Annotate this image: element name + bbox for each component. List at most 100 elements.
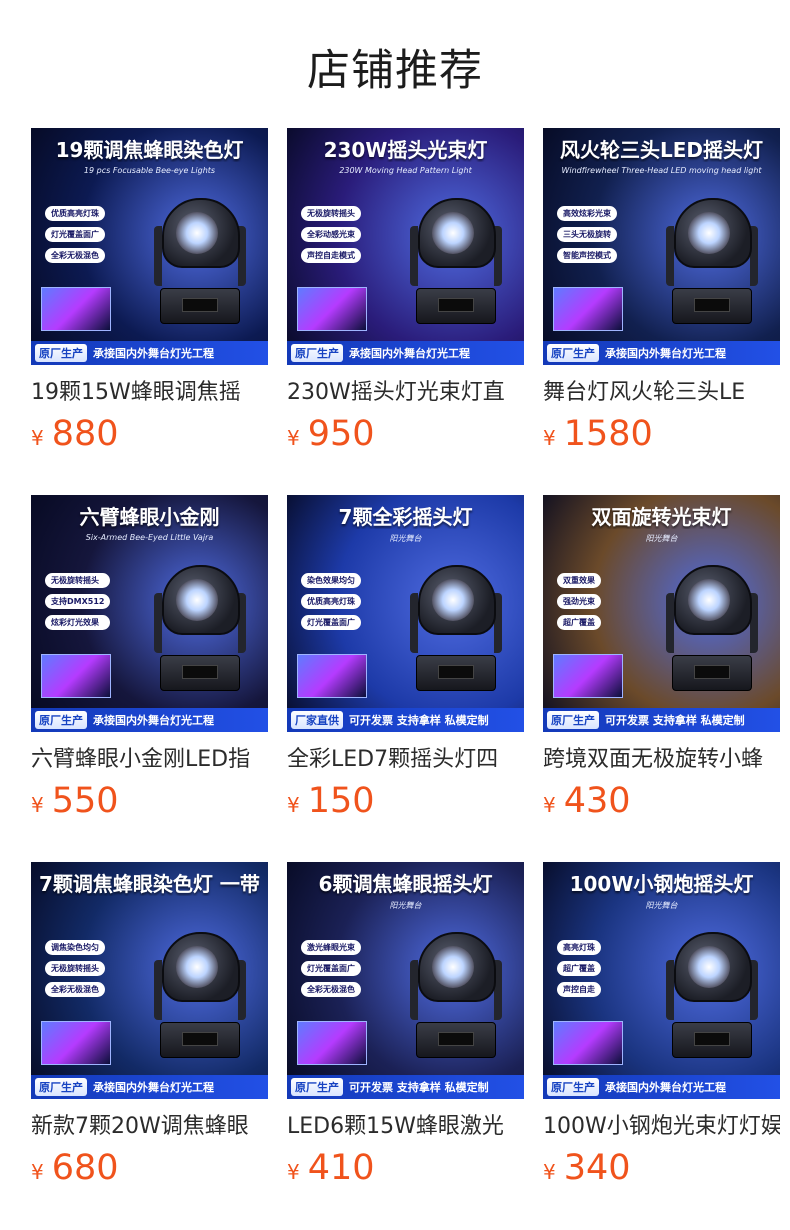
- product-image[interactable]: 6颗调焦蜂眼摇头灯 阳光舞台 激光蜂眼光束 灯光覆盖面广 全彩无极混色 原厂生产 可…: [287, 862, 524, 1099]
- service-slogan: 可开发票 支持拿样 私模定制: [349, 714, 489, 727]
- price-amount: 340: [563, 1148, 631, 1188]
- image-subtitle: 阳光舞台: [389, 534, 422, 543]
- factory-badge: 原厂生产: [35, 344, 87, 362]
- service-slogan: 可开发票 支持拿样 私模定制: [605, 714, 745, 727]
- product-image[interactable]: 100W小钢炮摇头灯 阳光舞台 高亮灯珠 超广覆盖 声控自走 原厂生产 承接国内外舞…: [543, 862, 780, 1099]
- product-name[interactable]: 舞台灯风火轮三头LE: [543, 376, 780, 410]
- feature-tag: 全彩动感光束: [301, 227, 361, 242]
- product-name[interactable]: 全彩LED7颗摇头灯四: [287, 743, 524, 777]
- fixture-lens: [688, 579, 730, 621]
- image-banner: 厂家直供 可开发票 支持拿样 私模定制: [287, 708, 524, 732]
- factory-badge: 原厂生产: [547, 1078, 599, 1096]
- product-price: ¥ 340: [543, 1148, 780, 1188]
- fixture-display: [694, 665, 730, 679]
- moving-head-light-illustration: [154, 198, 246, 328]
- service-slogan: 承接国内外舞台灯光工程: [93, 347, 214, 360]
- fixture-display: [182, 298, 218, 312]
- feature-tag: 声控自走: [557, 982, 601, 997]
- product-card[interactable]: 双面旋转光束灯 阳光舞台 双重效果 强劲光束 超广覆盖 原厂生产 可开发票 支持拿样…: [543, 495, 780, 821]
- product-price: ¥ 1580: [543, 414, 780, 454]
- product-name[interactable]: 19颗15W蜂眼调焦摇: [31, 376, 268, 410]
- light-effect-preview: [41, 287, 111, 331]
- fixture-display: [182, 1032, 218, 1046]
- product-name[interactable]: 六臂蜂眼小金刚LED指: [31, 743, 268, 777]
- product-card[interactable]: 6颗调焦蜂眼摇头灯 阳光舞台 激光蜂眼光束 灯光覆盖面广 全彩无极混色 原厂生产 可…: [287, 862, 524, 1188]
- fixture-lens: [432, 212, 474, 254]
- product-card[interactable]: 230W摇头光束灯 230W Moving Head Pattern Light…: [287, 128, 524, 454]
- price-amount: 950: [307, 414, 375, 454]
- moving-head-light-illustration: [666, 565, 758, 695]
- feature-list: 染色效果均匀 优质高亮灯珠 灯光覆盖面广: [301, 573, 361, 630]
- product-image[interactable]: 7颗全彩摇头灯 阳光舞台 染色效果均匀 优质高亮灯珠 灯光覆盖面广 厂家直供 可开发…: [287, 495, 524, 732]
- product-price: ¥ 150: [287, 781, 524, 821]
- product-card[interactable]: 100W小钢炮摇头灯 阳光舞台 高亮灯珠 超广覆盖 声控自走 原厂生产 承接国内外舞…: [543, 862, 780, 1188]
- product-name[interactable]: 230W摇头灯光束灯直: [287, 376, 524, 410]
- product-image[interactable]: 19颗调焦蜂眼染色灯 19 pcs Focusable Bee-eye Ligh…: [31, 128, 268, 365]
- product-card[interactable]: 7颗调焦蜂眼染色灯 一带辅光光圈 调焦染色均匀无极旋转摇头全彩无极混色 原厂生产…: [31, 862, 268, 1188]
- product-card[interactable]: 7颗全彩摇头灯 阳光舞台 染色效果均匀 优质高亮灯珠 灯光覆盖面广 厂家直供 可开发…: [287, 495, 524, 821]
- feature-tag: 高亮灯珠: [557, 940, 601, 955]
- currency-symbol: ¥: [31, 426, 44, 450]
- product-name[interactable]: 跨境双面无极旋转小蜂: [543, 743, 780, 777]
- image-banner: 原厂生产 承接国内外舞台灯光工程: [543, 1075, 780, 1099]
- image-banner: 原厂生产 承接国内外舞台灯光工程: [31, 1075, 268, 1099]
- page-title: 店铺推荐: [307, 45, 483, 96]
- image-banner: 原厂生产 承接国内外舞台灯光工程: [287, 341, 524, 365]
- feature-tag: 炫彩灯光效果: [45, 615, 111, 630]
- image-title: 7颗调焦蜂眼染色灯 一带辅光光圈: [39, 872, 260, 896]
- fixture-display: [694, 1032, 730, 1046]
- moving-head-light-illustration: [154, 932, 246, 1062]
- product-image[interactable]: 230W摇头光束灯 230W Moving Head Pattern Light…: [287, 128, 524, 365]
- factory-badge: 原厂生产: [35, 1078, 87, 1096]
- light-effect-preview: [41, 1021, 111, 1065]
- product-name[interactable]: 100W小钢炮光束灯灯娱: [543, 1110, 780, 1144]
- factory-badge: 原厂生产: [291, 1078, 343, 1096]
- currency-symbol: ¥: [31, 1160, 44, 1184]
- price-amount: 680: [51, 1148, 119, 1188]
- moving-head-light-illustration: [154, 565, 246, 695]
- currency-symbol: ¥: [543, 426, 556, 450]
- product-card[interactable]: 六臂蜂眼小金刚 Six-Armed Bee-Eyed Little Vajra …: [31, 495, 268, 821]
- feature-list: 高效炫彩光束 三头无极旋转 智能声控模式: [557, 206, 617, 263]
- image-title: 6颗调焦蜂眼摇头灯: [318, 872, 493, 896]
- product-image[interactable]: 风火轮三头LED摇头灯 Windfirewheel Three-Head LED…: [543, 128, 780, 365]
- image-title: 六臂蜂眼小金刚: [79, 505, 220, 529]
- product-image[interactable]: 六臂蜂眼小金刚 Six-Armed Bee-Eyed Little Vajra …: [31, 495, 268, 732]
- feature-tag: 三头无极旋转: [557, 227, 617, 242]
- product-image[interactable]: 7颗调焦蜂眼染色灯 一带辅光光圈 调焦染色均匀无极旋转摇头全彩无极混色 原厂生产…: [31, 862, 268, 1099]
- feature-tag: 支持DMX512: [45, 594, 111, 609]
- feature-list: 优质高亮灯珠 灯光覆盖面广 全彩无极混色: [45, 206, 105, 263]
- image-title: 风火轮三头LED摇头灯: [559, 138, 763, 162]
- moving-head-light-illustration: [666, 198, 758, 328]
- feature-tag: 灯光覆盖面广: [301, 961, 361, 976]
- fixture-lens: [432, 579, 474, 621]
- product-image[interactable]: 双面旋转光束灯 阳光舞台 双重效果 强劲光束 超广覆盖 原厂生产 可开发票 支持拿样…: [543, 495, 780, 732]
- product-card[interactable]: 19颗调焦蜂眼染色灯 19 pcs Focusable Bee-eye Ligh…: [31, 128, 268, 454]
- moving-head-light-illustration: [410, 198, 502, 328]
- fixture-display: [438, 1032, 474, 1046]
- service-slogan: 承接国内外舞台灯光工程: [93, 714, 214, 727]
- light-effect-preview: [297, 287, 367, 331]
- price-amount: 880: [51, 414, 119, 454]
- price-amount: 550: [51, 781, 119, 821]
- light-effect-preview: [553, 654, 623, 698]
- image-title: 7颗全彩摇头灯: [338, 505, 473, 529]
- fixture-lens: [176, 212, 218, 254]
- product-card[interactable]: 风火轮三头LED摇头灯 Windfirewheel Three-Head LED…: [543, 128, 780, 454]
- feature-tag: 超广覆盖: [557, 615, 601, 630]
- product-name[interactable]: 新款7颗20W调焦蜂眼: [31, 1110, 268, 1144]
- light-effect-preview: [553, 1021, 623, 1065]
- feature-list: 无极旋转摇头 支持DMX512 炫彩灯光效果: [45, 573, 111, 630]
- price-amount: 1580: [563, 414, 653, 454]
- feature-tag: 灯光覆盖面广: [45, 227, 105, 242]
- feature-tag: 智能声控模式: [557, 248, 617, 263]
- image-banner: 原厂生产 承接国内外舞台灯光工程: [31, 708, 268, 732]
- feature-list: 双重效果 强劲光束 超广覆盖: [557, 573, 601, 630]
- product-price: ¥ 950: [287, 414, 524, 454]
- fixture-display: [694, 298, 730, 312]
- image-banner: 原厂生产 可开发票 支持拿样 私模定制: [543, 708, 780, 732]
- factory-badge: 原厂生产: [291, 344, 343, 362]
- feature-tag: 无极旋转摇头: [45, 573, 111, 588]
- image-title: 双面旋转光束灯: [591, 505, 732, 529]
- product-name[interactable]: LED6颗15W蜂眼激光: [287, 1110, 524, 1144]
